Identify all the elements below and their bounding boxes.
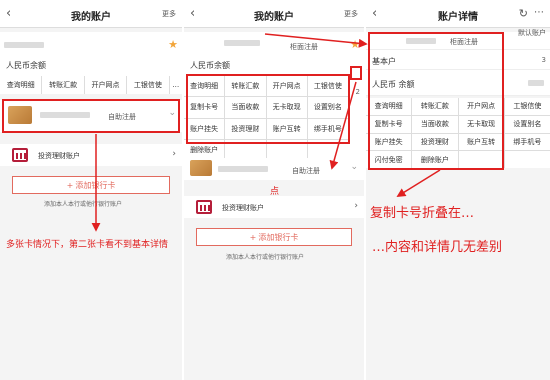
annotation-arrows — [91, 33, 441, 232]
arrow-grid-to-detail — [264, 33, 368, 48]
arrow-small-to-note — [329, 81, 357, 170]
arrow-detail-to-note — [396, 169, 441, 197]
